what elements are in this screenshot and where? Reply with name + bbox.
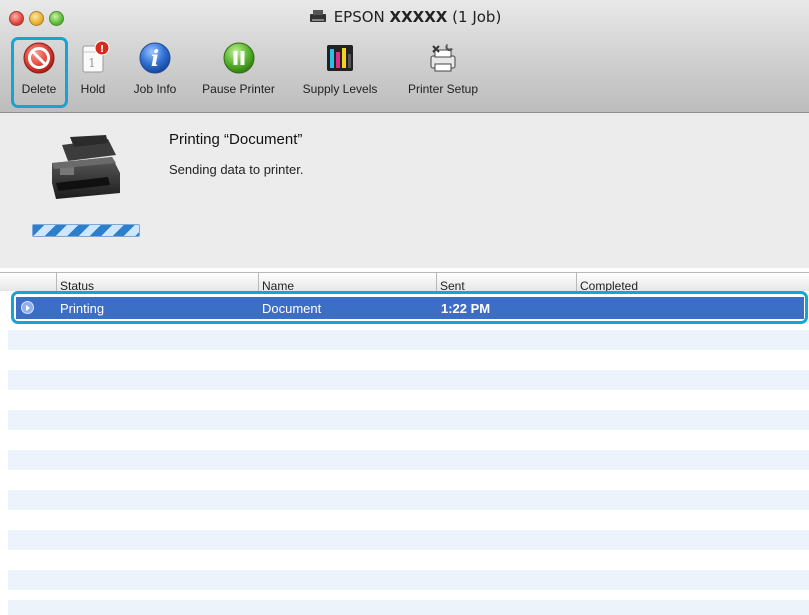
table-row-empty	[8, 450, 809, 470]
hold-label: Hold	[80, 82, 106, 96]
hold-badge-text: !	[100, 44, 105, 55]
pause-icon	[221, 40, 257, 76]
table-row-empty	[8, 370, 809, 390]
table-row-empty	[8, 530, 809, 550]
printer-image	[46, 135, 124, 205]
job-table-body	[0, 291, 809, 615]
supply-levels-icon	[322, 40, 358, 76]
job-status-subtitle: Sending data to printer.	[169, 162, 304, 177]
svg-text:1: 1	[88, 56, 96, 70]
job-table-header: Status Name Sent Completed	[0, 272, 809, 291]
print-queue-window: EPSON XXXXX (1 Job) Delete 1 ! Hold i Jo…	[0, 0, 809, 615]
title-suffix: (1 Job)	[452, 8, 502, 26]
job-info-button[interactable]: i Job Info	[125, 34, 185, 106]
current-job-status: Printing “Document” Sending data to prin…	[0, 113, 809, 268]
table-row-empty	[8, 570, 809, 590]
pause-printer-label: Pause Printer	[202, 82, 275, 96]
table-row-empty	[8, 330, 809, 350]
delete-button-callout	[11, 37, 68, 108]
job-info-label: Job Info	[133, 82, 177, 96]
pause-printer-button[interactable]: Pause Printer	[191, 34, 286, 106]
column-header-status[interactable]: Status	[56, 273, 94, 291]
supply-levels-label: Supply Levels	[302, 82, 378, 96]
printer-icon	[308, 9, 328, 27]
title-model: XXXXX	[389, 8, 448, 26]
table-row-empty	[8, 410, 809, 430]
table-row-empty	[8, 490, 809, 510]
progress-indicator	[32, 224, 140, 237]
hold-button[interactable]: 1 ! Hold	[73, 34, 113, 106]
toolbar: Delete 1 ! Hold i Job Info Pause Printer…	[0, 34, 809, 106]
selected-row-callout	[11, 291, 808, 324]
table-row-empty	[8, 600, 809, 615]
title-toolbar-area: EPSON XXXXX (1 Job) Delete 1 ! Hold i Jo…	[0, 0, 809, 113]
title-prefix: EPSON	[333, 8, 385, 26]
supply-levels-button[interactable]: Supply Levels	[288, 34, 392, 106]
info-icon: i	[137, 40, 173, 76]
svg-text:i: i	[151, 46, 159, 72]
printer-setup-button[interactable]: Printer Setup	[396, 34, 490, 106]
printer-setup-icon	[425, 40, 461, 76]
window-title: EPSON XXXXX (1 Job)	[0, 8, 809, 27]
column-header-sent[interactable]: Sent	[436, 273, 465, 291]
column-header-completed[interactable]: Completed	[576, 273, 638, 291]
column-header-name[interactable]: Name	[258, 273, 294, 291]
job-status-title: Printing “Document”	[169, 131, 303, 148]
hold-icon: 1 !	[75, 40, 111, 76]
printer-setup-label: Printer Setup	[407, 82, 479, 96]
